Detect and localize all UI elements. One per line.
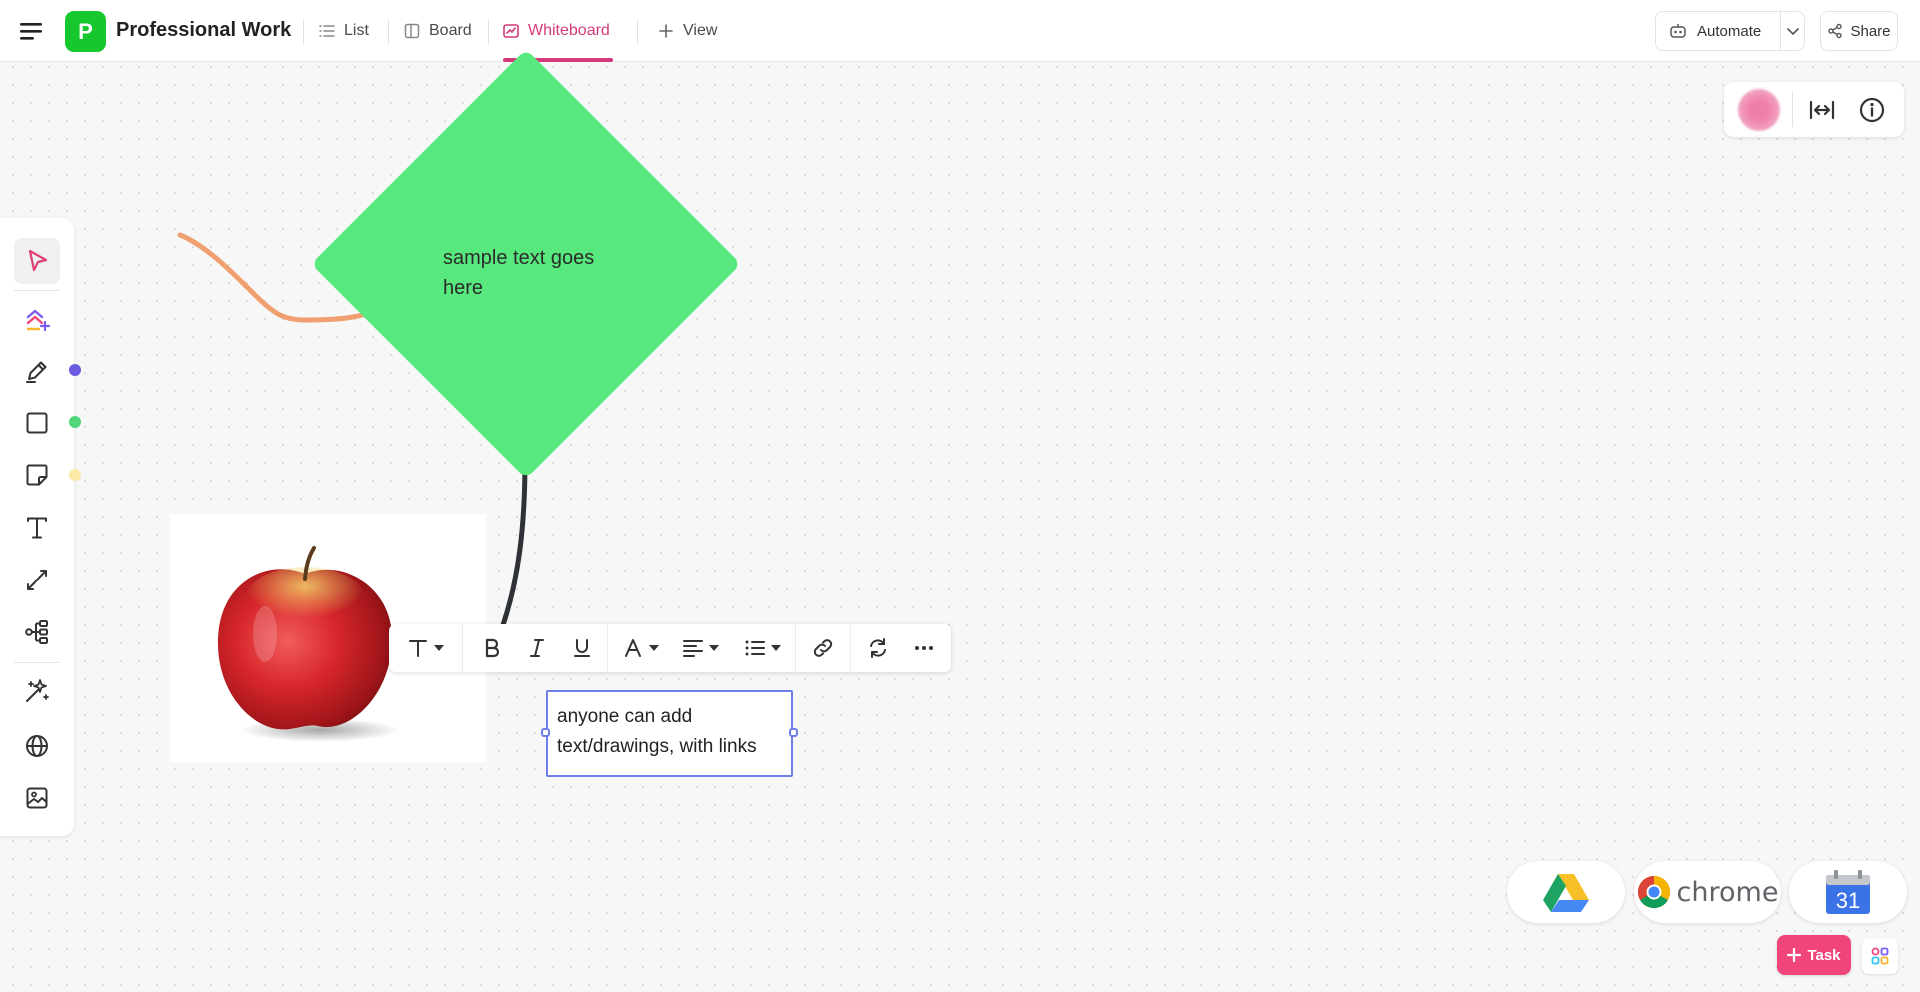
- apps-grid-icon: [1871, 947, 1889, 965]
- whiteboard-toolbar: [0, 218, 74, 836]
- text-format-toolbar: [389, 624, 951, 672]
- font-color-icon: [625, 639, 641, 657]
- select-tool[interactable]: [14, 238, 60, 284]
- pen-icon: [26, 361, 47, 383]
- resize-handle-right[interactable]: [789, 728, 798, 737]
- apps-grid-button[interactable]: [1862, 938, 1898, 974]
- calendar-icon: 31: [1826, 870, 1870, 914]
- new-task-label: Task: [1807, 946, 1841, 964]
- google-drive-icon: [1543, 874, 1589, 912]
- text-style-icon: [409, 640, 427, 657]
- ai-shapes-icon: [26, 309, 51, 332]
- link-icon: [813, 639, 833, 657]
- convert-icon: [870, 638, 886, 658]
- chrome-label: chrome: [1676, 876, 1779, 908]
- sticky-color-indicator: [69, 469, 81, 481]
- sticky-note-icon: [26, 464, 48, 486]
- link-button[interactable]: [806, 632, 840, 664]
- font-color-dropdown[interactable]: [617, 632, 663, 664]
- text-style-dropdown[interactable]: [403, 632, 447, 664]
- square-icon: [26, 412, 48, 434]
- image-tool[interactable]: [14, 775, 60, 821]
- text-tool[interactable]: [14, 505, 60, 551]
- image-icon: [26, 787, 48, 809]
- align-dropdown[interactable]: [677, 632, 723, 664]
- more-options-button[interactable]: [907, 632, 941, 664]
- google-drive-app[interactable]: [1507, 861, 1625, 923]
- new-task-button[interactable]: Task: [1777, 935, 1851, 975]
- plus-icon: [1787, 948, 1802, 962]
- align-left-icon: [683, 640, 703, 657]
- text-icon: [27, 517, 47, 539]
- selected-text-box[interactable]: anyone can add text/drawings, with links: [546, 690, 793, 777]
- bold-icon: [485, 638, 500, 658]
- mind-map-icon: [25, 620, 48, 644]
- canvas-drawing-layer: [177, 232, 528, 628]
- connector-tool[interactable]: [14, 557, 60, 603]
- resize-handle-left[interactable]: [541, 728, 550, 737]
- clickup-ai-tool[interactable]: [14, 296, 60, 342]
- more-horizontal-icon: [915, 646, 933, 650]
- apple-picture: [217, 546, 400, 742]
- cursor-icon: [28, 249, 48, 272]
- underline-button[interactable]: [565, 632, 599, 664]
- pen-tool[interactable]: [14, 348, 60, 394]
- calendar-day: 31: [1836, 888, 1860, 913]
- convert-button[interactable]: [861, 632, 895, 664]
- pen-color-indicator: [69, 364, 81, 376]
- bold-button[interactable]: [475, 632, 509, 664]
- shape-color-indicator: [69, 416, 81, 428]
- embed-web-tool[interactable]: [14, 723, 60, 769]
- google-calendar-app[interactable]: 31: [1789, 861, 1907, 923]
- sparkles-icon: [26, 679, 49, 702]
- mind-map-tool[interactable]: [14, 609, 60, 655]
- italic-icon: [530, 639, 544, 657]
- connector-line[interactable]: [500, 457, 528, 628]
- connector-icon: [27, 570, 47, 590]
- globe-icon: [26, 735, 48, 757]
- bullet-list-icon: [745, 640, 765, 656]
- ai-generate-tool[interactable]: [14, 668, 60, 714]
- italic-button[interactable]: [520, 632, 554, 664]
- chrome-app[interactable]: chrome: [1634, 861, 1781, 923]
- underline-icon: [574, 639, 590, 657]
- sticky-note-tool[interactable]: [14, 452, 60, 498]
- chrome-icon: [1637, 875, 1670, 909]
- shape-tool[interactable]: [14, 400, 60, 446]
- diamond-text[interactable]: sample text goes here: [443, 243, 623, 303]
- list-dropdown[interactable]: [739, 632, 785, 664]
